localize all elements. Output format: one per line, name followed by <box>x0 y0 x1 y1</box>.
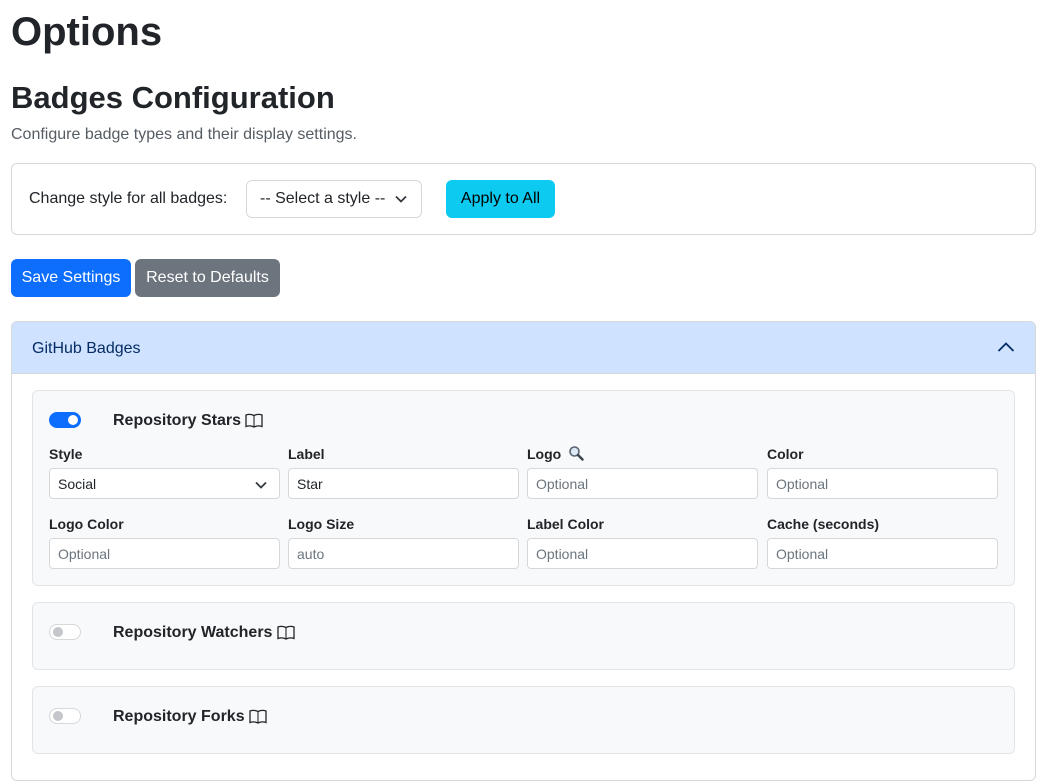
bulk-style-label: Change style for all badges: <box>29 190 228 207</box>
field-label-style: Style <box>49 446 83 462</box>
section-title: Badges Configuration <box>11 80 335 115</box>
github-badges-accordion: GitHub Badges Repository Stars Style Lab… <box>11 321 1036 781</box>
field-label-label-color: Label Color <box>527 516 605 532</box>
toggle-knob <box>53 711 63 721</box>
color-input[interactable]: Optional <box>767 468 998 499</box>
book-icon[interactable] <box>277 625 295 640</box>
book-icon[interactable] <box>245 413 263 428</box>
reset-defaults-button[interactable]: Reset to Defaults <box>135 259 280 297</box>
field-label-logo: Logo <box>527 446 562 462</box>
options-page: Options Badges Configuration Configure b… <box>0 0 1045 781</box>
badge-toggle-repository-forks[interactable] <box>49 708 81 724</box>
field-label-logo-color: Logo Color <box>49 516 124 532</box>
badge-name: Repository Watchers <box>113 624 273 641</box>
field-label-label: Label <box>288 446 325 462</box>
style-select[interactable]: Social <box>49 468 280 499</box>
chevron-up-icon[interactable] <box>997 341 1015 353</box>
book-icon[interactable] <box>249 709 267 724</box>
badge-card-repository-watchers: Repository Watchers <box>32 602 1015 670</box>
bulk-style-select[interactable]: -- Select a style -- <box>246 180 422 218</box>
apply-to-all-button[interactable]: Apply to All <box>446 180 555 218</box>
page-title: Options <box>11 10 163 54</box>
logo-size-input[interactable]: auto <box>288 538 519 569</box>
section-description: Configure badge types and their display … <box>11 126 357 143</box>
accordion-title: GitHub Badges <box>32 340 141 357</box>
field-label-logo-size: Logo Size <box>288 516 355 532</box>
field-label-cache: Cache (seconds) <box>767 516 880 532</box>
chevron-down-icon <box>395 195 407 203</box>
badge-name: Repository Forks <box>113 708 245 725</box>
field-label-color: Color <box>767 446 804 462</box>
label-color-input[interactable]: Optional <box>527 538 758 569</box>
badge-toggle-repository-stars[interactable] <box>49 412 81 428</box>
badge-toggle-repository-watchers[interactable] <box>49 624 81 640</box>
magnifier-icon[interactable] <box>568 445 584 461</box>
bulk-style-select-value: -- Select a style -- <box>260 190 386 207</box>
toggle-knob <box>53 627 63 637</box>
toggle-knob <box>68 415 78 425</box>
label-input[interactable]: Star <box>288 468 519 499</box>
accordion-header[interactable]: GitHub Badges <box>12 322 1035 374</box>
badge-card-repository-forks: Repository Forks <box>32 686 1015 754</box>
logo-input[interactable]: Optional <box>527 468 758 499</box>
badge-card-repository-stars: Repository Stars Style Label Logo Color … <box>32 390 1015 586</box>
logo-color-input[interactable]: Optional <box>49 538 280 569</box>
cache-input[interactable]: Optional <box>767 538 998 569</box>
bulk-style-panel: Change style for all badges: -- Select a… <box>11 163 1036 235</box>
badge-name: Repository Stars <box>113 412 242 429</box>
style-select-value: Social <box>58 475 97 492</box>
chevron-down-icon <box>255 481 267 489</box>
save-settings-button[interactable]: Save Settings <box>11 259 131 297</box>
